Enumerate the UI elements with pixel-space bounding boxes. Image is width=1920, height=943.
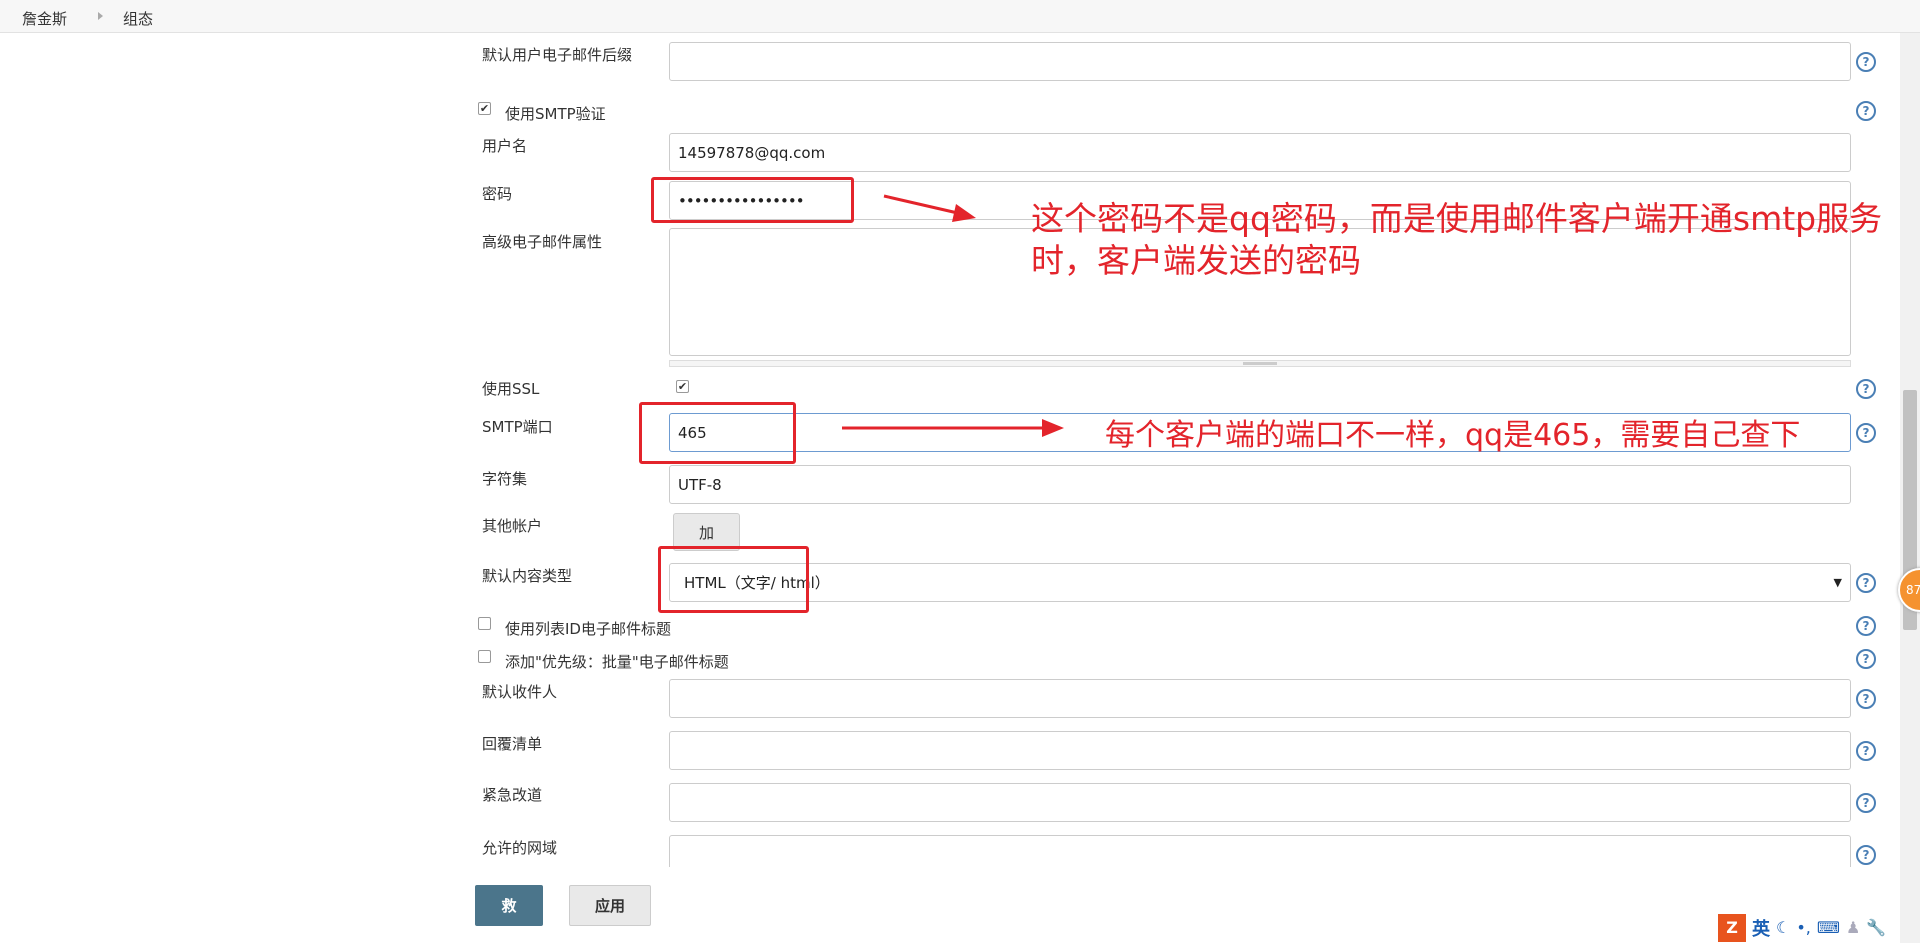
priority-label: 添加"优先级：批量"电子邮件标题 — [505, 653, 729, 671]
breadcrumb-home[interactable]: 詹金斯 — [22, 8, 67, 29]
reply-to-label: 回覆清单 — [482, 735, 543, 753]
wrench-icon[interactable]: 🔧 — [1866, 918, 1886, 937]
breadcrumb-bar: 詹金斯 组态 — [0, 0, 1920, 33]
content-type-select[interactable]: HTML（文字/ html） ▼ — [669, 563, 1851, 602]
password-note-line2: 时，客户端发送的密码 — [1031, 241, 1361, 280]
help-icon[interactable]: ? — [1856, 689, 1876, 709]
emergency-reroute-label: 紧急改道 — [482, 786, 543, 804]
password-label: 密码 — [482, 185, 513, 203]
smtp-auth-label: 使用SMTP验证 — [505, 105, 606, 123]
help-icon[interactable]: ? — [1856, 616, 1876, 636]
help-icon[interactable]: ? — [1856, 793, 1876, 813]
smtp-port-label: SMTP端口 — [482, 418, 553, 436]
charset-label: 字符集 — [482, 470, 528, 488]
recipients-input[interactable] — [669, 679, 1851, 718]
list-id-label: 使用列表ID电子邮件标题 — [505, 620, 671, 638]
ssl-label: 使用SSL — [482, 380, 540, 398]
arrow-icon — [883, 194, 976, 222]
content-type-highlight-box — [658, 546, 809, 613]
password-note-line1: 这个密码不是qq密码，而是使用邮件客户端开通smtp服务 — [1031, 199, 1883, 238]
grip-icon — [1243, 362, 1277, 365]
port-note: 每个客户端的端口不一样，qq是465，需要自己查下 — [1105, 418, 1801, 453]
other-accounts-label: 其他帐户 — [482, 517, 543, 535]
allowed-domains-input[interactable] — [669, 835, 1851, 867]
arrow-icon — [842, 419, 1064, 437]
moon-icon[interactable]: ☾ — [1776, 918, 1790, 937]
breadcrumb-current[interactable]: 组态 — [123, 8, 153, 29]
apply-button[interactable]: 应用 — [569, 885, 651, 926]
help-icon[interactable]: ? — [1856, 52, 1876, 72]
punctuation-icon[interactable]: •, — [1796, 918, 1811, 937]
allowed-domains-label: 允许的网域 — [482, 839, 558, 857]
help-icon[interactable]: ? — [1856, 845, 1876, 865]
username-label: 用户名 — [482, 137, 528, 155]
recipients-label: 默认收件人 — [482, 683, 558, 701]
list-id-checkbox[interactable] — [478, 617, 491, 630]
help-icon[interactable]: ? — [1856, 649, 1876, 669]
emergency-reroute-input[interactable] — [669, 783, 1851, 822]
keyboard-icon[interactable]: ⌨ — [1817, 918, 1840, 937]
bottom-button-bar — [0, 867, 1900, 943]
port-highlight-box — [639, 402, 796, 464]
smtp-auth-checkbox[interactable]: ✔ — [478, 102, 491, 115]
default-suffix-label: 默认用户电子邮件后缀 — [482, 46, 633, 64]
ssl-checkbox[interactable]: ✔ — [676, 380, 689, 393]
content-type-label: 默认内容类型 — [482, 567, 573, 585]
password-highlight-box — [651, 177, 854, 223]
user-icon[interactable]: ♟ — [1846, 918, 1860, 937]
help-icon[interactable]: ? — [1856, 423, 1876, 443]
dropdown-arrow-icon: ▼ — [1833, 576, 1842, 589]
help-icon[interactable]: ? — [1856, 379, 1876, 399]
username-input[interactable]: 14597878@qq.com — [669, 133, 1851, 172]
priority-checkbox[interactable] — [478, 650, 491, 663]
default-suffix-input[interactable] — [669, 42, 1851, 81]
help-icon[interactable]: ? — [1856, 101, 1876, 121]
help-icon[interactable]: ? — [1856, 741, 1876, 761]
ime-language-toggle[interactable]: 英 — [1752, 915, 1770, 941]
ime-logo-icon[interactable]: Z — [1718, 913, 1746, 942]
breadcrumb-separator-icon — [98, 12, 103, 20]
advanced-properties-label: 高级电子邮件属性 — [482, 233, 603, 251]
help-icon[interactable]: ? — [1856, 573, 1876, 593]
ime-toolbar: Z 英 ☾ •, ⌨ ♟ 🔧 — [1718, 912, 1886, 943]
textarea-resize-handle[interactable] — [669, 360, 1851, 367]
charset-input[interactable]: UTF-8 — [669, 465, 1851, 504]
save-button[interactable]: 救 — [475, 885, 543, 926]
reply-to-input[interactable] — [669, 731, 1851, 770]
